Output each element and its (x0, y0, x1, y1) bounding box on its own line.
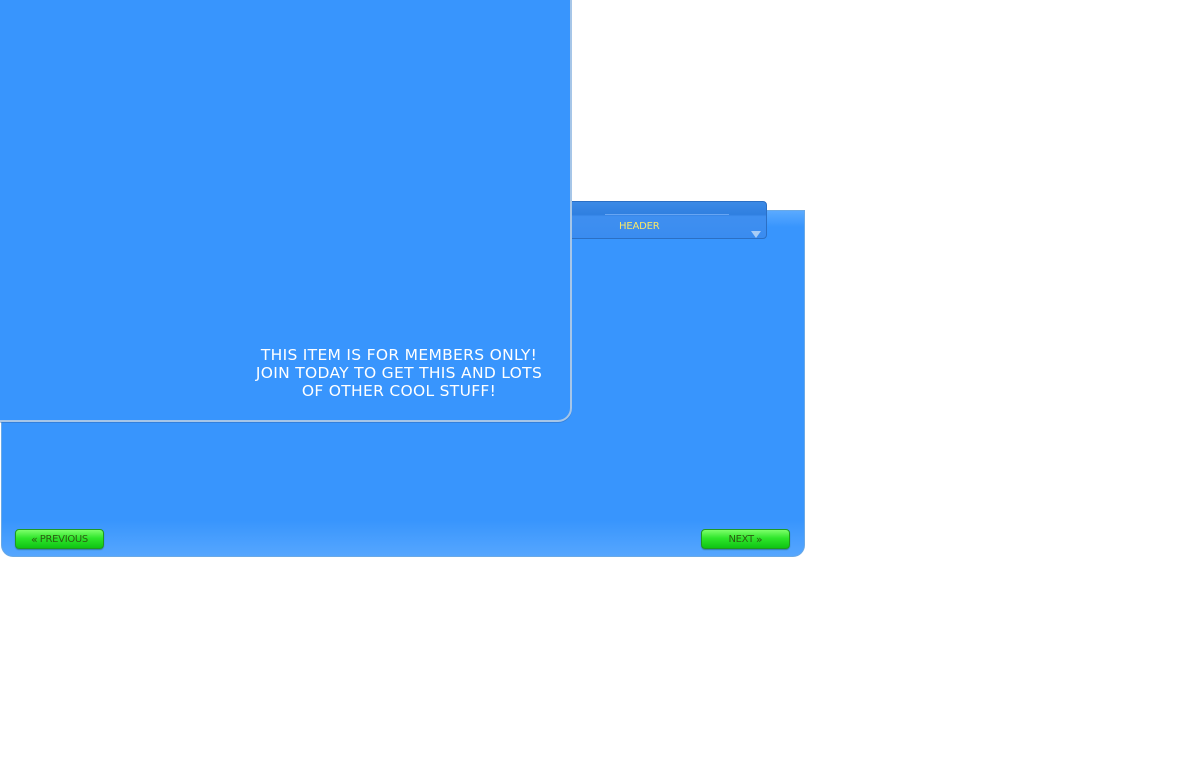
header-divider (605, 214, 729, 215)
double-chevron-right-icon: » (755, 532, 763, 546)
double-chevron-left-icon: « (31, 532, 38, 546)
header-title: Header (619, 221, 660, 232)
next-button[interactable]: Next » (701, 529, 790, 549)
next-button-label: Next (728, 533, 754, 545)
triangle-down-icon[interactable] (750, 224, 762, 238)
previous-button[interactable]: « Previous (15, 529, 104, 549)
catalog-stage: Header This item is for members only! Jo… (0, 0, 1186, 761)
previous-button-label: Previous (39, 533, 89, 545)
members-only-message: This item is for members only! Join toda… (255, 346, 543, 400)
panel-bottom-gloss (2, 520, 804, 556)
